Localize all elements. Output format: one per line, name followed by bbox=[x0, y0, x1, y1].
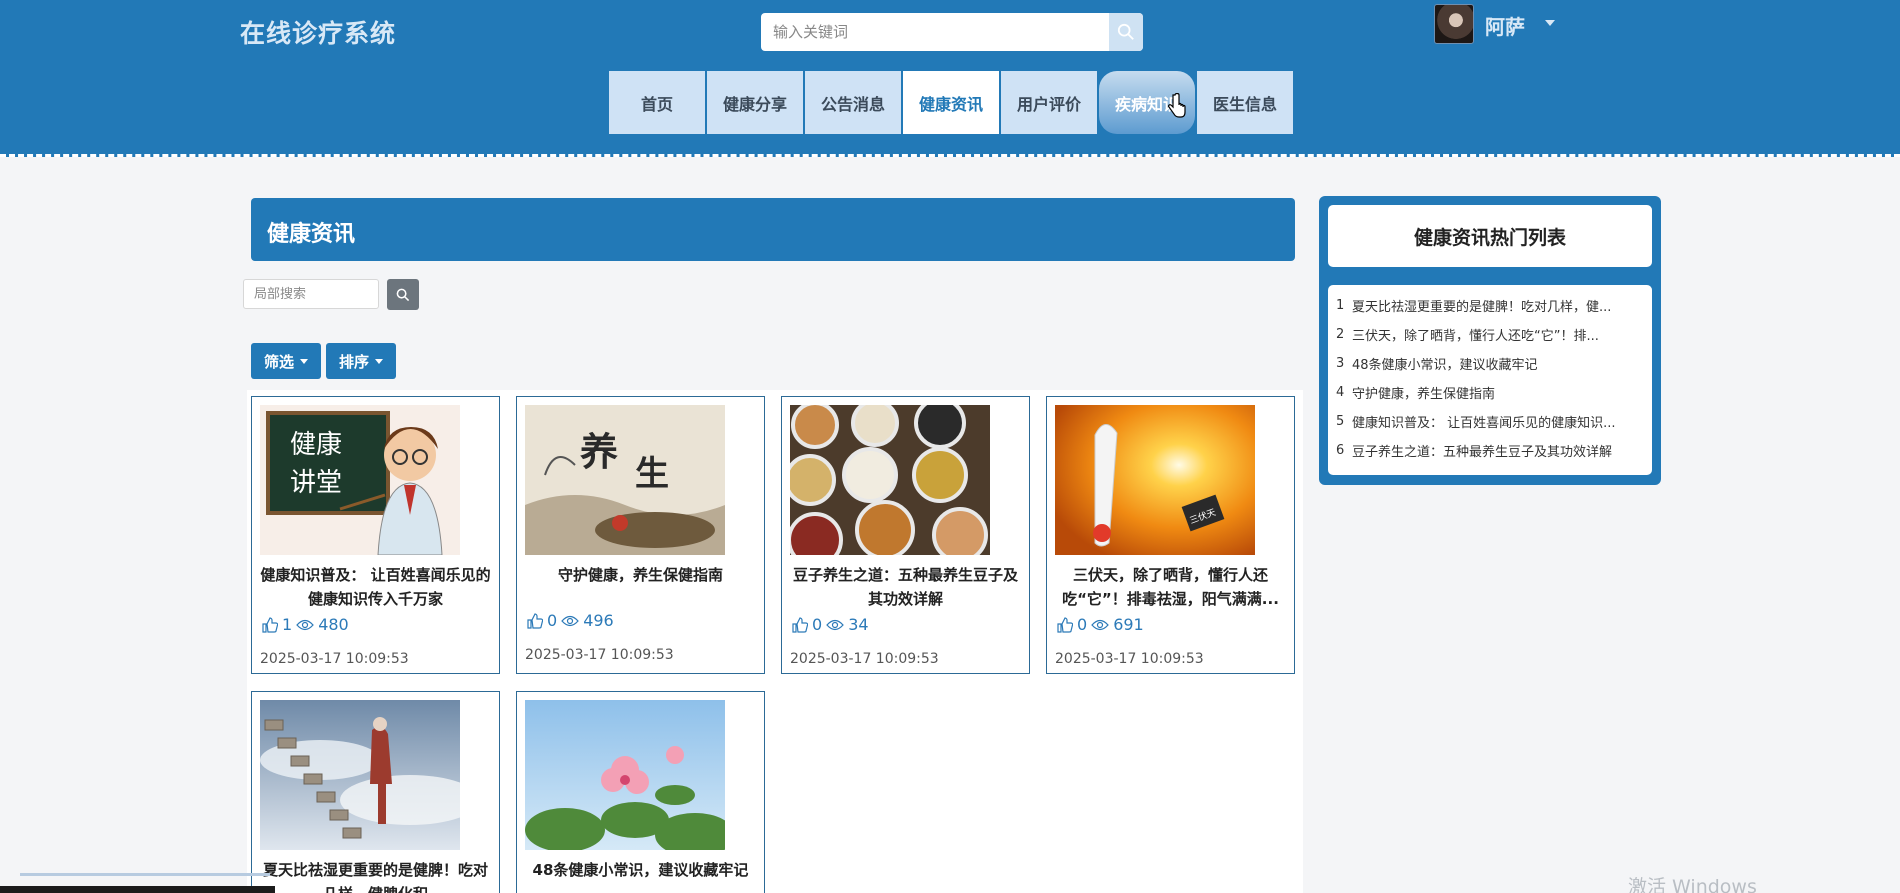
hot-list-title: 健康资讯热门列表 bbox=[1328, 205, 1652, 267]
thumbs-up-icon[interactable] bbox=[792, 616, 808, 633]
search-icon bbox=[396, 288, 410, 301]
filter-label: 筛选 bbox=[263, 352, 294, 371]
search-icon bbox=[1117, 23, 1134, 40]
local-search-input[interactable] bbox=[243, 279, 379, 309]
list-item-number: 2 bbox=[1336, 327, 1345, 342]
main-nav: 首页 健康分享 公告消息 健康资讯 用户评价 疾病知识 医生信息 bbox=[609, 71, 1293, 134]
card-stats: 0 496 bbox=[527, 611, 614, 630]
list-item-text: 夏天比祛湿更重要的是健脾！吃对几样，健... bbox=[1352, 300, 1612, 315]
list-item-text: 健康知识普及： 让百姓喜闻乐见的健康知识... bbox=[1352, 416, 1616, 431]
svg-text:生: 生 bbox=[635, 454, 669, 494]
card-stats: 0 691 bbox=[1057, 615, 1144, 634]
windows-activation-watermark: 激活 Windows bbox=[1628, 876, 1757, 893]
nav-item-health-news[interactable]: 健康资讯 bbox=[903, 71, 999, 134]
chevron-down-icon bbox=[375, 358, 383, 364]
nav-item-doctor-info[interactable]: 医生信息 bbox=[1197, 71, 1293, 134]
local-search-button[interactable] bbox=[387, 279, 419, 310]
list-item-text: 48条健康小常识，建议收藏牢记 bbox=[1352, 358, 1538, 373]
card-stats: 0 34 bbox=[792, 615, 869, 634]
list-item-text: 守护健康，养生保健指南 bbox=[1352, 387, 1496, 402]
card-date: 2025-03-17 10:09:53 bbox=[260, 651, 409, 667]
page-title: 健康资讯 bbox=[267, 222, 356, 247]
chevron-down-icon[interactable] bbox=[1545, 20, 1555, 26]
card-image[interactable]: 养 生 bbox=[525, 405, 725, 555]
card-image[interactable]: 健康 讲堂 bbox=[260, 405, 460, 555]
eye-icon bbox=[1091, 619, 1109, 630]
like-count: 0 bbox=[547, 611, 558, 630]
card-title[interactable]: 夏天比祛湿更重要的是健脾！吃对几样，健脾化积 bbox=[258, 858, 493, 893]
eye-icon bbox=[561, 615, 579, 626]
thumbs-up-icon[interactable] bbox=[527, 612, 543, 629]
list-item-text: 豆子养生之道：五种最养生豆子及其功效详解 bbox=[1352, 445, 1613, 460]
sort-dropdown[interactable]: 排序 bbox=[326, 343, 396, 379]
card-image[interactable] bbox=[790, 405, 990, 555]
avatar[interactable] bbox=[1434, 4, 1474, 44]
video-control-bar bbox=[0, 886, 275, 893]
nav-item-disease-knowledge[interactable]: 疾病知识 bbox=[1099, 71, 1195, 134]
news-card[interactable]: 健康 讲堂 健康知识普及： 让百姓喜闻乐见的健康知识传入千万家 1 480 20… bbox=[251, 396, 500, 674]
global-search-input[interactable] bbox=[761, 13, 1109, 51]
card-date: 2025-03-17 10:09:53 bbox=[790, 651, 939, 667]
list-item[interactable]: 3 48条健康小常识，建议收藏牢记 bbox=[1328, 349, 1652, 378]
hot-list-panel: 健康资讯热门列表 1 夏天比祛湿更重要的是健脾！吃对几样，健... 2 三伏天，除了… bbox=[1319, 196, 1661, 485]
news-card[interactable]: 夏天比祛湿更重要的是健脾！吃对几样，健脾化积 bbox=[251, 691, 500, 893]
sort-label: 排序 bbox=[338, 352, 369, 371]
global-search-button[interactable] bbox=[1109, 13, 1143, 51]
card-title[interactable]: 豆子养生之道：五种最养生豆子及其功效详解 bbox=[788, 563, 1023, 611]
eye-icon bbox=[826, 619, 844, 630]
nav-item-user-reviews[interactable]: 用户评价 bbox=[1001, 71, 1097, 134]
card-title[interactable]: 守护健康，养生保健指南 bbox=[523, 563, 758, 587]
list-item[interactable]: 1 夏天比祛湿更重要的是健脾！吃对几样，健... bbox=[1328, 291, 1652, 320]
global-search bbox=[761, 13, 1143, 51]
site-header: 在线诊疗系统 阿萨 首页 健康分享 公告消息 健康资讯 用户评价 疾病知识 医生… bbox=[0, 0, 1900, 157]
like-count: 0 bbox=[812, 615, 823, 634]
thumbs-up-icon[interactable] bbox=[1057, 616, 1073, 633]
card-image[interactable] bbox=[260, 700, 460, 850]
thumbs-up-icon[interactable] bbox=[262, 616, 278, 633]
view-count: 34 bbox=[848, 615, 869, 634]
like-count: 0 bbox=[1077, 615, 1088, 634]
site-title[interactable]: 在线诊疗系统 bbox=[240, 14, 396, 50]
list-item[interactable]: 2 三伏天，除了晒背，懂行人还吃“它”！排... bbox=[1328, 320, 1652, 349]
like-count: 1 bbox=[282, 615, 293, 634]
list-item-number: 6 bbox=[1336, 443, 1345, 458]
svg-text:讲堂: 讲堂 bbox=[290, 468, 342, 498]
card-image[interactable] bbox=[525, 700, 725, 850]
view-count: 691 bbox=[1113, 615, 1144, 634]
svg-text:健康: 健康 bbox=[290, 430, 342, 460]
list-item-number: 3 bbox=[1336, 356, 1345, 371]
card-title[interactable]: 健康知识普及： 让百姓喜闻乐见的健康知识传入千万家 bbox=[258, 563, 493, 611]
hot-list: 1 夏天比祛湿更重要的是健脾！吃对几样，健... 2 三伏天，除了晒背，懂行人还吃“… bbox=[1328, 285, 1652, 475]
list-item-number: 1 bbox=[1336, 298, 1345, 313]
filter-dropdown[interactable]: 筛选 bbox=[251, 343, 321, 379]
svg-text:养: 养 bbox=[580, 429, 618, 474]
news-card[interactable]: 养 生 守护健康，养生保健指南 0 496 2025-03-17 10:09:5… bbox=[516, 396, 765, 674]
list-item-text: 三伏天，除了晒背，懂行人还吃“它”！排... bbox=[1352, 329, 1599, 344]
card-title[interactable]: 48条健康小常识，建议收藏牢记 bbox=[523, 858, 758, 882]
card-date: 2025-03-17 10:09:53 bbox=[525, 647, 674, 663]
nav-item-announcements[interactable]: 公告消息 bbox=[805, 71, 901, 134]
card-date: 2025-03-17 10:09:53 bbox=[1055, 651, 1204, 667]
card-stats: 1 480 bbox=[262, 615, 349, 634]
hand-cursor-icon bbox=[1168, 93, 1186, 118]
view-count: 496 bbox=[583, 611, 614, 630]
list-item[interactable]: 6 豆子养生之道：五种最养生豆子及其功效详解 bbox=[1328, 436, 1652, 465]
news-card[interactable]: 豆子养生之道：五种最养生豆子及其功效详解 0 34 2025-03-17 10:… bbox=[781, 396, 1030, 674]
video-progress-bar[interactable] bbox=[20, 873, 270, 876]
eye-icon bbox=[296, 619, 314, 630]
card-title[interactable]: 三伏天，除了晒背，懂行人还吃“它”！排毒祛湿，阳气满满... bbox=[1053, 563, 1288, 611]
list-item[interactable]: 4 守护健康，养生保健指南 bbox=[1328, 378, 1652, 407]
nav-item-home[interactable]: 首页 bbox=[609, 71, 705, 134]
nav-item-health-share[interactable]: 健康分享 bbox=[707, 71, 803, 134]
section-header: 健康资讯 bbox=[251, 198, 1295, 261]
list-item-number: 4 bbox=[1336, 385, 1345, 400]
news-card[interactable]: 48条健康小常识，建议收藏牢记 bbox=[516, 691, 765, 893]
user-name[interactable]: 阿萨 bbox=[1485, 11, 1525, 40]
card-image[interactable]: 三伏天 bbox=[1055, 405, 1255, 555]
view-count: 480 bbox=[318, 615, 349, 634]
chevron-down-icon bbox=[300, 358, 308, 364]
list-item-number: 5 bbox=[1336, 414, 1345, 429]
news-card[interactable]: 三伏天 三伏天，除了晒背，懂行人还吃“它”！排毒祛湿，阳气满满... 0 691… bbox=[1046, 396, 1295, 674]
list-item[interactable]: 5 健康知识普及： 让百姓喜闻乐见的健康知识... bbox=[1328, 407, 1652, 436]
